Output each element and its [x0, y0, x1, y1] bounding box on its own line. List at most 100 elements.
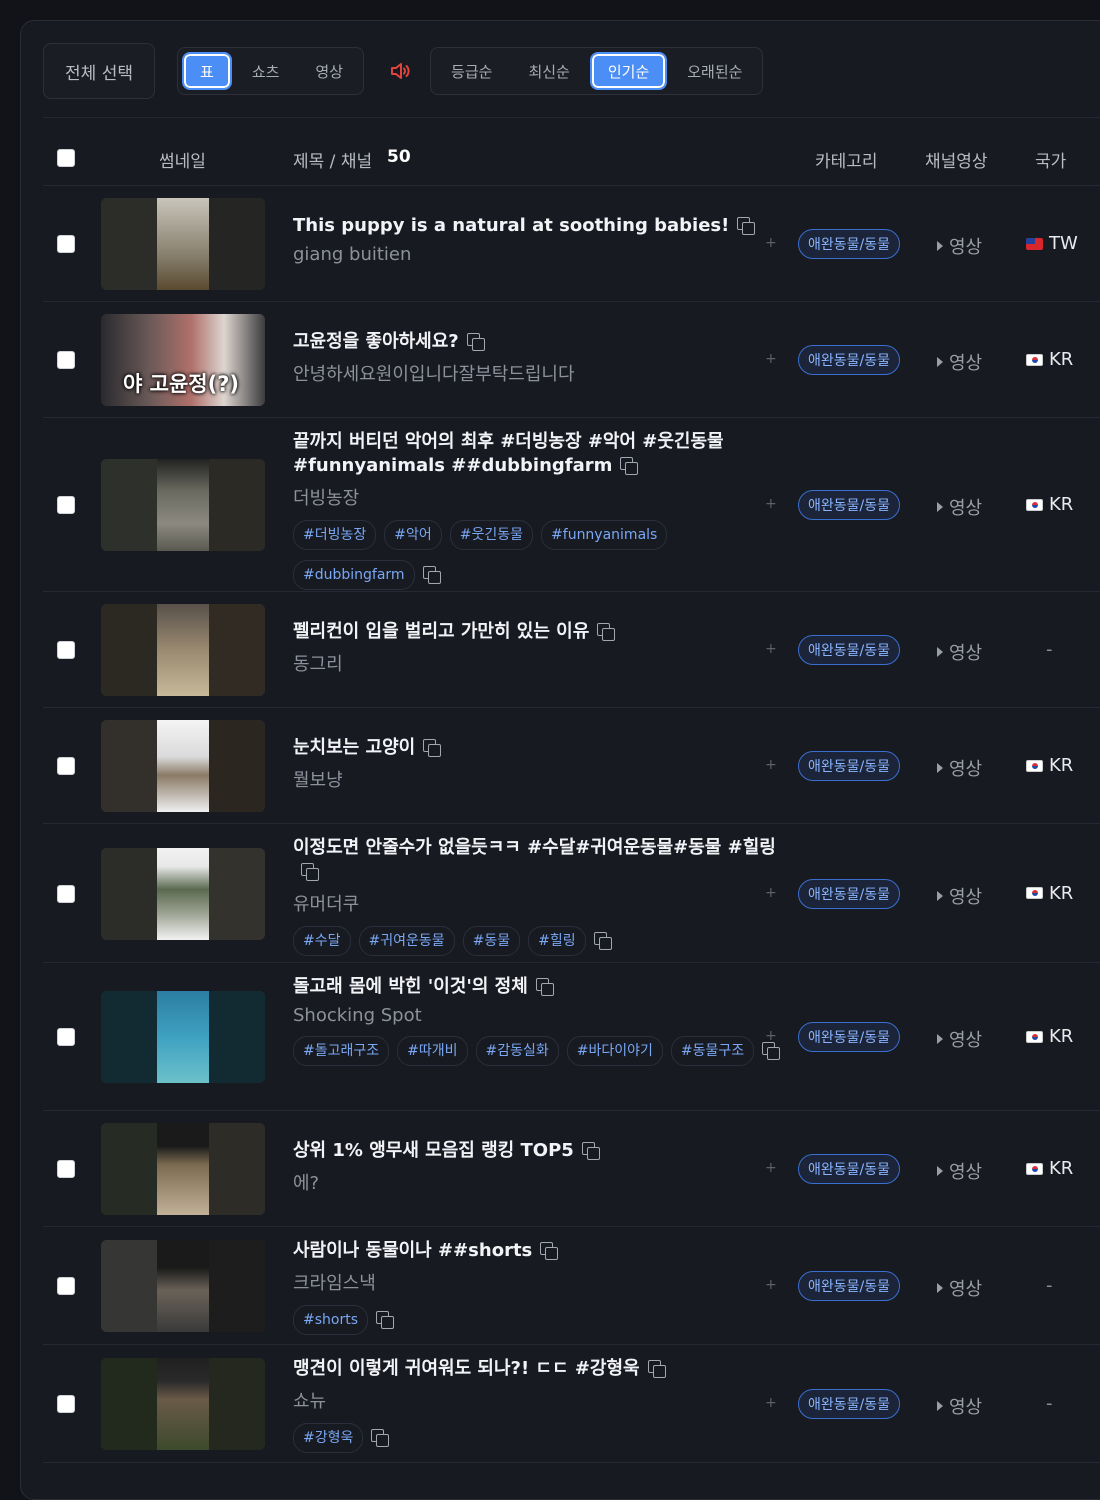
hashtag-chip[interactable]: #감동실화: [475, 1036, 559, 1066]
copy-title-icon[interactable]: [737, 217, 756, 235]
table-row[interactable]: 이정도면 안줄수가 없을듯ㅋㅋ #수달#귀여운동물#동물 #힐링 유머더쿠 #수…: [43, 824, 1100, 963]
table-row[interactable]: 눈치보는 고양이 뭘보냥 + 애완동물/동물 영상 KR: [43, 708, 1100, 824]
video-thumbnail[interactable]: [101, 1240, 265, 1332]
video-title[interactable]: 상위 1% 앵무새 모음집 랭킹 TOP5: [293, 1139, 789, 1163]
row-checkbox[interactable]: [57, 1160, 75, 1178]
add-icon[interactable]: +: [765, 351, 777, 367]
channel-video-toggle[interactable]: 영상: [937, 1026, 982, 1052]
channel-name[interactable]: 안녕하세요원이입니다잘부탁드립니다: [293, 360, 789, 386]
category-badge[interactable]: 애완동물/동물: [798, 751, 900, 781]
copy-tags-icon[interactable]: [593, 932, 612, 950]
hashtag-chip[interactable]: #따개비: [397, 1036, 468, 1066]
category-badge[interactable]: 애완동물/동물: [798, 635, 900, 665]
table-row[interactable]: 돌고래 몸에 박힌 '이것'의 정체 Shocking Spot #돌고래구조 #…: [43, 963, 1100, 1111]
copy-title-icon[interactable]: [597, 623, 616, 641]
copy-title-icon[interactable]: [647, 1360, 666, 1378]
channel-video-toggle[interactable]: 영상: [937, 639, 982, 665]
select-all-button[interactable]: 전체 선택: [43, 43, 155, 99]
row-checkbox[interactable]: [57, 884, 75, 903]
video-thumbnail[interactable]: [101, 991, 265, 1083]
copy-tags-icon[interactable]: [422, 566, 441, 584]
copy-title-icon[interactable]: [620, 457, 639, 475]
copy-tags-icon[interactable]: [376, 1311, 395, 1329]
video-thumbnail[interactable]: [101, 1358, 265, 1450]
channel-name[interactable]: Shocking Spot: [293, 1005, 789, 1026]
channel-name[interactable]: 쇼뉴: [293, 1387, 789, 1413]
channel-video-toggle[interactable]: 영상: [937, 755, 982, 781]
copy-title-icon[interactable]: [535, 978, 554, 996]
category-badge[interactable]: 애완동물/동물: [798, 1389, 900, 1419]
channel-name[interactable]: 더빙농장: [293, 484, 789, 510]
channel-name[interactable]: 에?: [293, 1169, 789, 1195]
channel-name[interactable]: 유머더쿠: [293, 890, 789, 916]
table-row[interactable]: 끝까지 버티던 악어의 최후 #더빙농장 #악어 #웃긴동물 #funnyani…: [43, 418, 1100, 592]
category-badge[interactable]: 애완동물/동물: [798, 1271, 900, 1301]
hashtag-chip[interactable]: #동물구조: [670, 1036, 755, 1066]
add-icon[interactable]: +: [765, 235, 777, 251]
video-title[interactable]: This puppy is a natural at soothing babi…: [293, 214, 789, 238]
table-row[interactable]: 펠리컨이 입을 벌리고 가만히 있는 이유 동그리 + 애완동물/동물 영상 -: [43, 592, 1100, 708]
row-checkbox[interactable]: [57, 1028, 75, 1046]
add-icon[interactable]: +: [765, 641, 777, 657]
table-row[interactable]: 맹견이 이렇게 귀여워도 되나?! ㄷㄷ #강형욱 쇼뉴 #강형욱 + 애완동물…: [43, 1345, 1100, 1463]
video-thumbnail[interactable]: [101, 198, 265, 290]
sort-grade[interactable]: 등급순: [437, 54, 506, 88]
channel-video-toggle[interactable]: 영상: [937, 883, 982, 909]
table-row[interactable]: 사람이나 동물이나 ##shorts 크라임스낵 #shorts + 애완동물/…: [43, 1227, 1100, 1345]
add-icon[interactable]: +: [765, 1395, 777, 1411]
add-icon[interactable]: +: [765, 1277, 777, 1293]
view-mode-shorts[interactable]: 쇼츠: [238, 54, 294, 88]
row-checkbox[interactable]: [57, 1395, 75, 1413]
hashtag-chip[interactable]: #귀여운동물: [358, 926, 455, 956]
row-checkbox[interactable]: [57, 351, 75, 369]
hashtag-chip[interactable]: #더빙농장: [293, 520, 377, 550]
video-thumbnail[interactable]: [101, 459, 265, 551]
sort-latest[interactable]: 최신순: [514, 54, 583, 88]
hashtag-chip[interactable]: #강형욱: [293, 1423, 364, 1453]
hashtag-chip[interactable]: #바다이야기: [566, 1036, 663, 1066]
copy-title-icon[interactable]: [466, 333, 485, 351]
channel-name[interactable]: 크라임스낵: [293, 1269, 789, 1295]
add-icon[interactable]: +: [765, 1160, 777, 1176]
video-title[interactable]: 펠리컨이 입을 벌리고 가만히 있는 이유: [293, 620, 789, 644]
copy-title-icon[interactable]: [581, 1142, 600, 1160]
table-row[interactable]: 야 고윤정(?) 고윤정을 좋아하세요? 안녕하세요원이입니다잘부탁드립니다 +…: [43, 302, 1100, 418]
speaker-icon[interactable]: [388, 59, 412, 83]
channel-video-toggle[interactable]: 영상: [937, 233, 982, 259]
row-checkbox[interactable]: [57, 641, 75, 659]
channel-name[interactable]: 뭘보냥: [293, 766, 789, 792]
video-title[interactable]: 눈치보는 고양이: [293, 736, 789, 760]
category-badge[interactable]: 애완동물/동물: [798, 878, 900, 909]
hashtag-chip[interactable]: #힐링: [528, 926, 586, 956]
table-row[interactable]: 상위 1% 앵무새 모음집 랭킹 TOP5 에? + 애완동물/동물 영상 KR: [43, 1111, 1100, 1227]
hashtag-chip[interactable]: #funnyanimals: [541, 520, 668, 550]
copy-tags-icon[interactable]: [371, 1429, 390, 1447]
add-icon[interactable]: +: [765, 496, 777, 512]
copy-title-icon[interactable]: [301, 863, 319, 881]
row-checkbox[interactable]: [57, 757, 75, 775]
hashtag-chip[interactable]: #수달: [293, 926, 351, 956]
video-title[interactable]: 이정도면 안줄수가 없을듯ㅋㅋ #수달#귀여운동물#동물 #힐링: [293, 836, 789, 884]
video-title[interactable]: 돌고래 몸에 박힌 '이것'의 정체: [293, 975, 789, 999]
video-thumbnail[interactable]: 야 고윤정(?): [101, 314, 265, 406]
category-badge[interactable]: 애완동물/동물: [798, 1022, 900, 1052]
channel-video-toggle[interactable]: 영상: [937, 1393, 982, 1419]
category-badge[interactable]: 애완동물/동물: [798, 490, 900, 520]
video-title[interactable]: 고윤정을 좋아하세요?: [293, 330, 789, 354]
hashtag-chip[interactable]: #dubbingfarm: [293, 560, 415, 590]
category-badge[interactable]: 애완동물/동물: [798, 345, 900, 375]
hashtag-chip[interactable]: #돌고래구조: [293, 1036, 390, 1066]
video-thumbnail[interactable]: [101, 604, 265, 696]
channel-name[interactable]: giang buitien: [293, 244, 789, 265]
category-badge[interactable]: 애완동물/동물: [798, 1154, 900, 1184]
copy-title-icon[interactable]: [540, 1242, 559, 1260]
video-thumbnail[interactable]: [101, 720, 265, 812]
table-row[interactable]: This puppy is a natural at soothing babi…: [43, 186, 1100, 302]
add-icon[interactable]: +: [765, 757, 777, 773]
hashtag-chip[interactable]: #웃긴동물: [449, 520, 534, 550]
category-badge[interactable]: 애완동물/동물: [798, 229, 900, 259]
add-icon[interactable]: +: [765, 1028, 777, 1044]
channel-video-toggle[interactable]: 영상: [937, 494, 982, 520]
video-title[interactable]: 맹견이 이렇게 귀여워도 되나?! ㄷㄷ #강형욱: [293, 1357, 789, 1381]
hashtag-chip[interactable]: #동물: [462, 926, 521, 956]
